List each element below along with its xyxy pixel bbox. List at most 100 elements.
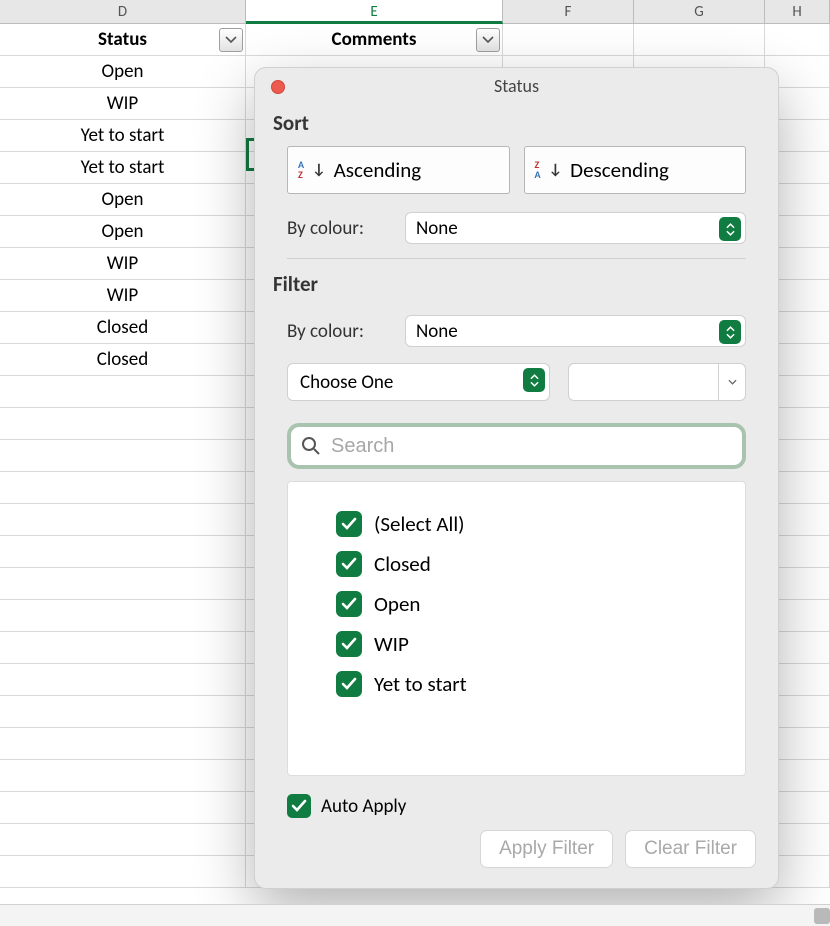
search-icon (301, 436, 321, 456)
clear-filter-button[interactable]: Clear Filter (625, 830, 756, 868)
sort-by-colour-label: By colour: (287, 217, 391, 240)
divider (287, 258, 746, 259)
sort-buttons-row: AZ ↓ Ascending ZA ↓ Descending (255, 146, 778, 204)
sort-descending-button[interactable]: ZA ↓ Descending (524, 146, 747, 194)
cell[interactable]: WIP (0, 248, 246, 279)
select-value: None (416, 320, 458, 343)
checklist-item-label: Yet to start (374, 671, 467, 697)
cell[interactable] (0, 568, 246, 599)
checklist-item[interactable]: Open (336, 584, 697, 624)
cell[interactable] (0, 536, 246, 567)
arrow-down-icon: ↓ (312, 161, 326, 179)
cell[interactable] (0, 792, 246, 823)
filter-dropdown-button-status[interactable] (219, 28, 243, 52)
chevron-down-icon (225, 35, 237, 45)
filter-popup: Status Sort AZ ↓ Ascending ZA ↓ Descendi… (254, 67, 779, 889)
checklist-item-label: Open (374, 591, 420, 617)
filter-by-colour-label: By colour: (287, 320, 391, 343)
filter-dropdown-button-comments[interactable] (476, 28, 500, 52)
popup-title-text: Status (494, 75, 539, 97)
filter-by-colour-row: By colour: None (255, 307, 778, 355)
search-input[interactable] (331, 435, 732, 458)
header-cells-row: Status Comments (0, 24, 830, 56)
sort-descending-label: Descending (570, 157, 669, 183)
header-cell-status[interactable]: Status (0, 24, 246, 55)
checklist-item-label: (Select All) (374, 511, 465, 537)
cell[interactable]: Open (0, 56, 246, 87)
checkbox[interactable] (336, 511, 362, 537)
cell[interactable] (0, 696, 246, 727)
cell[interactable]: WIP (0, 88, 246, 119)
popup-button-row: Apply Filter Clear Filter (255, 830, 778, 868)
col-header-F[interactable]: F (503, 0, 634, 23)
filter-value-input[interactable] (568, 363, 718, 401)
select-value: None (416, 217, 458, 240)
checklist-item[interactable]: WIP (336, 624, 697, 664)
chevron-down-icon (482, 35, 494, 45)
auto-apply-checkbox[interactable] (287, 794, 311, 818)
col-header-H[interactable]: H (765, 0, 830, 23)
sort-ascending-label: Ascending (334, 157, 422, 183)
checkbox[interactable] (336, 591, 362, 617)
cell[interactable]: Yet to start (0, 120, 246, 151)
cell[interactable]: Closed (0, 312, 246, 343)
stepper-icon (523, 368, 545, 392)
za-icon: ZA (535, 160, 541, 180)
column-header-row: D E F G H (0, 0, 830, 24)
sort-by-colour-select[interactable]: None (405, 212, 746, 244)
header-cell-G[interactable] (634, 24, 765, 55)
checklist-item[interactable]: (Select All) (336, 504, 697, 544)
close-button[interactable] (271, 80, 285, 94)
sort-by-colour-row: By colour: None (255, 204, 778, 252)
cell[interactable]: Closed (0, 344, 246, 375)
col-header-E[interactable]: E (246, 0, 503, 24)
cell[interactable] (0, 472, 246, 503)
cell[interactable]: Open (0, 216, 246, 247)
filter-value-dropdown-button[interactable] (718, 363, 746, 401)
checklist-item[interactable]: Closed (336, 544, 697, 584)
search-field-wrap[interactable] (287, 423, 746, 469)
auto-apply-row: Auto Apply (255, 776, 778, 830)
horizontal-scrollbar[interactable] (0, 904, 830, 926)
header-cell-F[interactable] (503, 24, 634, 55)
auto-apply-label: Auto Apply (321, 795, 406, 818)
filter-by-colour-select[interactable]: None (405, 315, 746, 347)
cell[interactable] (0, 824, 246, 855)
checklist-item-label: Closed (374, 551, 431, 577)
scrollbar-thumb[interactable] (814, 908, 830, 924)
popup-titlebar: Status (255, 68, 778, 104)
sort-ascending-button[interactable]: AZ ↓ Ascending (287, 146, 510, 194)
sort-section-label: Sort (255, 104, 778, 146)
filter-condition-row: Choose One (255, 355, 778, 409)
stepper-icon (719, 320, 741, 344)
checkbox[interactable] (336, 551, 362, 577)
filter-condition-select[interactable]: Choose One (287, 363, 550, 401)
header-cell-label: Comments (332, 28, 417, 51)
cell[interactable] (0, 376, 246, 407)
cell[interactable] (0, 632, 246, 663)
cell[interactable]: Open (0, 184, 246, 215)
header-cell-H[interactable] (765, 24, 830, 55)
checkbox[interactable] (336, 631, 362, 657)
checkbox[interactable] (336, 671, 362, 697)
apply-filter-button[interactable]: Apply Filter (480, 830, 613, 868)
filter-value-combo[interactable] (568, 363, 746, 401)
cell[interactable] (0, 856, 246, 887)
header-cell-comments[interactable]: Comments (246, 24, 503, 55)
col-header-D[interactable]: D (0, 0, 246, 23)
cell[interactable]: Yet to start (0, 152, 246, 183)
cell[interactable] (0, 504, 246, 535)
cell[interactable] (0, 600, 246, 631)
col-header-G[interactable]: G (634, 0, 765, 23)
cell[interactable] (0, 440, 246, 471)
filter-values-checklist: (Select All) Closed Open WIP Yet to start (287, 481, 746, 776)
cell[interactable] (0, 760, 246, 791)
chevron-down-icon (728, 379, 737, 385)
cell[interactable]: WIP (0, 280, 246, 311)
cell[interactable] (0, 728, 246, 759)
arrow-down-icon: ↓ (549, 161, 563, 179)
checklist-item[interactable]: Yet to start (336, 664, 697, 704)
header-cell-label: Status (98, 28, 147, 51)
cell[interactable] (0, 664, 246, 695)
cell[interactable] (0, 408, 246, 439)
